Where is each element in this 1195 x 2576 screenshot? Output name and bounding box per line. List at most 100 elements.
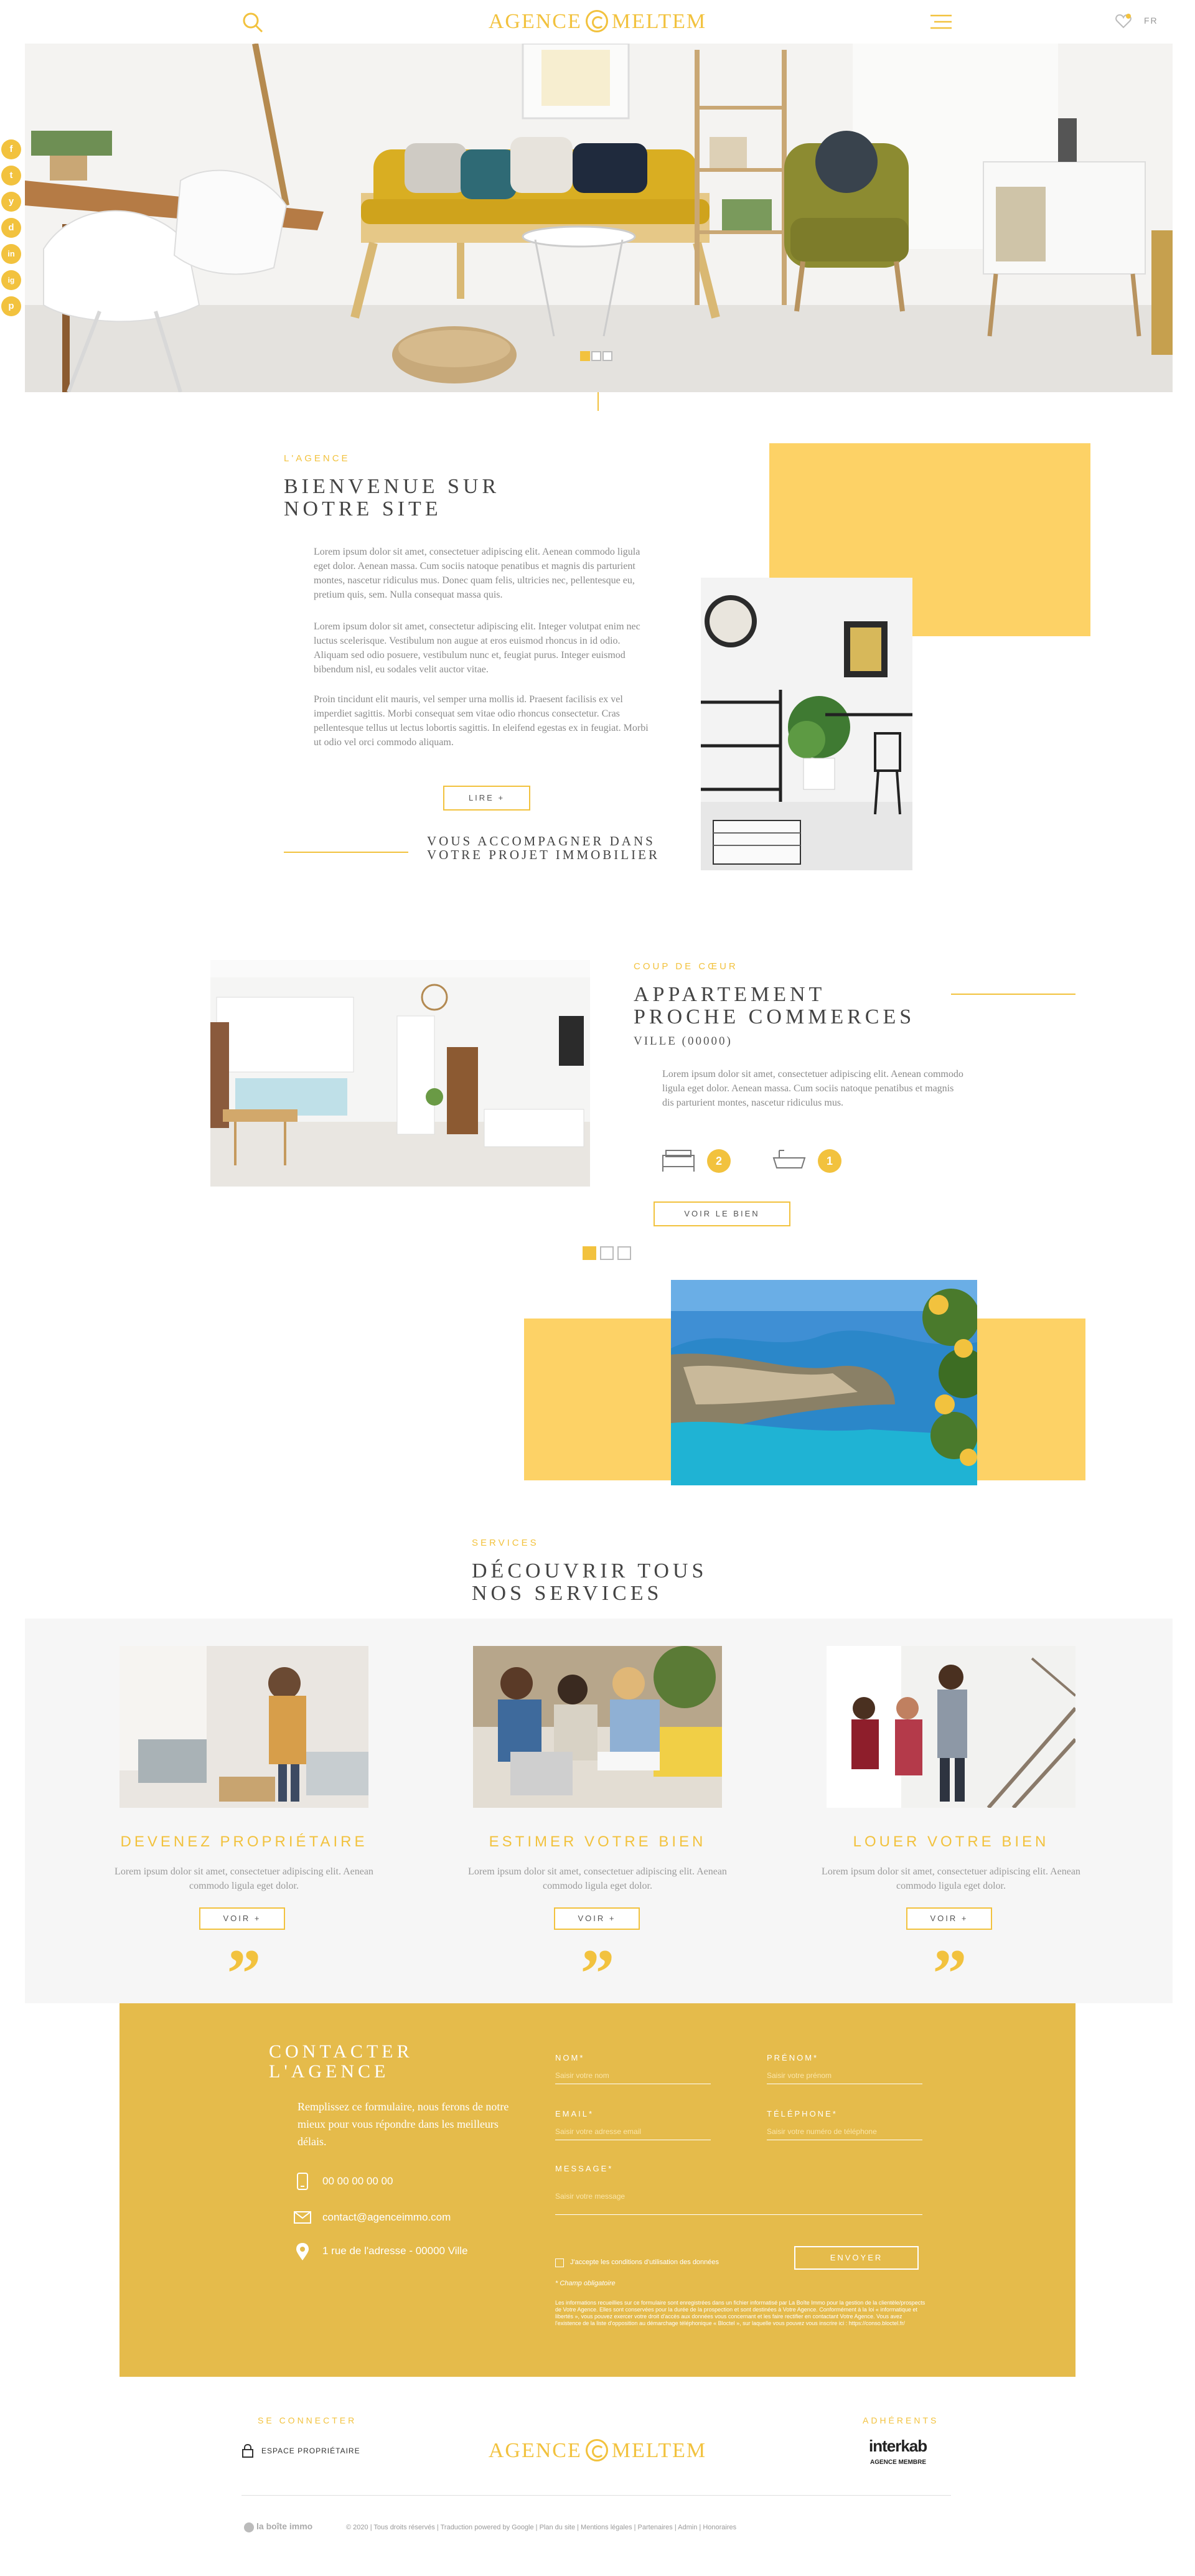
laboiteimmo-logo[interactable]: la boîte immo <box>256 2521 312 2531</box>
search-icon[interactable] <box>241 11 264 34</box>
service-2-quote-icon: ” <box>580 1935 615 2011</box>
service-1-button[interactable]: VOIR + <box>199 1907 285 1930</box>
logo-swirl-icon <box>585 10 608 33</box>
partner-logo[interactable]: interkab <box>869 2437 927 2456</box>
phone-input[interactable] <box>767 2123 922 2140</box>
hero-dot-1[interactable] <box>580 351 590 361</box>
laboiteimmo-icon <box>244 2522 254 2532</box>
message-label: MESSAGE* <box>555 2164 614 2173</box>
service-3-image <box>827 1646 1076 1808</box>
firstname-input[interactable] <box>767 2067 922 2084</box>
hero-divider <box>598 392 599 411</box>
services-kicker: SERVICES <box>472 1538 539 1548</box>
service-1-image <box>120 1646 368 1808</box>
about-title: BIENVENUE SUR NOTRE SITE <box>284 476 500 520</box>
featured-description: Lorem ipsum dolor sit amet, consectetuer… <box>662 1069 963 1108</box>
connect-label: SE CONNECTER <box>258 2415 357 2425</box>
owner-space-link[interactable]: ESPACE PROPRIÉTAIRE <box>261 2447 360 2455</box>
bed-icon <box>662 1150 695 1172</box>
hero-dot-3[interactable] <box>602 351 612 361</box>
contact-title-line2: L'AGENCE <box>269 2061 390 2082</box>
service-2-button[interactable]: VOIR + <box>554 1907 640 1930</box>
bathroom-count: 1 <box>818 1149 841 1173</box>
view-property-button[interactable]: VOIR LE BIEN <box>654 1201 790 1226</box>
service-3-text: Lorem ipsum dolor sit amet, consectetuer… <box>822 1866 1080 1891</box>
service-2-text: Lorem ipsum dolor sit amet, consectetuer… <box>468 1866 727 1891</box>
contact-intro: Remplissez ce formulaire, nous ferons de… <box>298 2100 509 2148</box>
consent-checkbox[interactable] <box>555 2259 564 2267</box>
service-2-image <box>473 1646 722 1808</box>
consent-label: J'accepte les conditions d'utilisation d… <box>570 2259 719 2266</box>
contact-address: 1 rue de l'adresse - 00000 Ville <box>322 2245 468 2257</box>
heart-icon[interactable] <box>1115 14 1132 29</box>
hero-dot-2[interactable] <box>591 351 601 361</box>
site-logo[interactable]: AGENCE MELTEM <box>485 7 710 36</box>
message-input[interactable] <box>555 2178 922 2215</box>
facebook-icon[interactable]: f <box>1 139 21 159</box>
contact-email[interactable]: contact@agenceimmo.com <box>322 2211 451 2224</box>
logo-word-right: MELTEM <box>611 10 707 33</box>
tagline-rule <box>284 852 408 853</box>
youtube-icon[interactable]: y <box>1 192 21 212</box>
featured-property-image <box>210 960 590 1187</box>
footer-divider <box>241 2495 951 2496</box>
email-label: EMAIL* <box>555 2109 594 2118</box>
footer-logo-word-right: MELTEM <box>611 2439 707 2462</box>
tagline-line2: VOTRE PROJET IMMOBILIER <box>427 847 660 862</box>
service-3-quote-icon: ” <box>932 1935 967 2011</box>
footer-logo-swirl-icon <box>585 2439 608 2462</box>
location-icon <box>296 2243 309 2260</box>
firstname-label: PRÉNOM* <box>767 2053 819 2062</box>
bedroom-count: 2 <box>707 1149 731 1173</box>
bath-icon <box>772 1150 806 1168</box>
site-header: AGENCE MELTEM FR <box>0 0 1195 44</box>
about-title-line2: NOTRE SITE <box>284 497 442 520</box>
about-interior-image <box>701 578 912 870</box>
services-title: DÉCOUVRIR TOUS NOS SERVICES <box>472 1560 707 1605</box>
instagram-icon[interactable]: ig <box>1 270 21 290</box>
lock-icon <box>242 2444 253 2458</box>
hero-slider[interactable] <box>25 44 1173 392</box>
hero-image <box>25 44 1173 392</box>
menu-icon[interactable] <box>930 14 952 30</box>
featured-title-line1: APPARTEMENT <box>634 983 826 1006</box>
read-more-button[interactable]: LIRE + <box>443 786 530 811</box>
featured-dot-1[interactable] <box>583 1246 596 1260</box>
about-paragraph-2: Lorem ipsum dolor sit amet, consectetur … <box>314 621 640 675</box>
email-input[interactable] <box>555 2123 711 2140</box>
service-1-title: DEVENEZ PROPRIÉTAIRE <box>120 1833 368 1850</box>
footer-legal-links[interactable]: © 2020 | Tous droits réservés | Traducti… <box>346 2524 736 2531</box>
contact-title-line1: CONTACTER <box>269 2041 413 2062</box>
about-kicker: L'AGENCE <box>284 453 350 464</box>
footer-logo-word-left: AGENCE <box>488 2439 582 2462</box>
featured-kicker: COUP DE CŒUR <box>634 961 738 972</box>
phone-icon <box>297 2173 308 2190</box>
about-paragraph-3: Proin tincidunt elit mauris, vel semper … <box>314 694 649 748</box>
logo-word-left: AGENCE <box>488 10 582 33</box>
featured-title-line2: PROCHE COMMERCES <box>634 1005 916 1028</box>
language-selector[interactable]: FR <box>1144 16 1158 26</box>
featured-title: APPARTEMENT PROCHE COMMERCES <box>634 984 915 1028</box>
service-3-button[interactable]: VOIR + <box>906 1907 992 1930</box>
partner-logo-sub: AGENCE MEMBRE <box>870 2459 927 2466</box>
contact-section: CONTACTER L'AGENCE Remplissez ce formula… <box>120 2003 1076 2377</box>
dailymotion-icon[interactable]: d <box>1 218 21 238</box>
featured-city: VILLE (00000) <box>634 1035 733 1048</box>
pinterest-icon[interactable]: p <box>1 296 21 316</box>
phone-label: TÉLÉPHONE* <box>767 2109 838 2118</box>
name-input[interactable] <box>555 2067 711 2084</box>
about-paragraph-1: Lorem ipsum dolor sit amet, consectetuer… <box>314 547 640 600</box>
featured-dot-3[interactable] <box>617 1246 631 1260</box>
footer-logo[interactable]: AGENCE MELTEM <box>485 2437 710 2465</box>
submit-button[interactable]: ENVOYER <box>794 2246 919 2270</box>
name-label: NOM* <box>555 2053 585 2062</box>
twitter-icon[interactable]: t <box>1 166 21 186</box>
featured-rule <box>951 994 1076 995</box>
featured-dot-2[interactable] <box>600 1246 614 1260</box>
about-title-line1: BIENVENUE SUR <box>284 475 500 498</box>
linkedin-icon[interactable]: in <box>1 244 21 264</box>
service-1-quote-icon: ” <box>227 1935 261 2011</box>
contact-legal-text: Les informations recueillies sur ce form… <box>555 2300 926 2326</box>
contact-phone[interactable]: 00 00 00 00 00 <box>322 2175 393 2188</box>
required-note: * Champ obligatoire <box>555 2280 616 2287</box>
